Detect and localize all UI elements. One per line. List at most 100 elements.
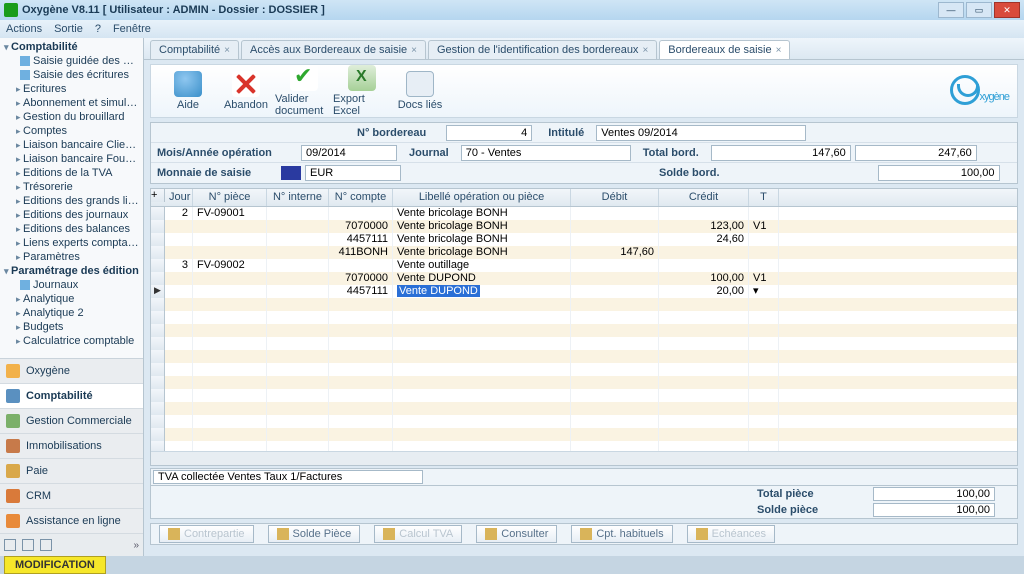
cell[interactable] [571,389,659,402]
table-row[interactable] [151,415,1017,428]
cell[interactable]: 2 [165,207,193,220]
table-row[interactable] [151,298,1017,311]
bottom-button[interactable]: Consulter [476,525,557,543]
cell[interactable] [329,415,393,428]
cell[interactable] [659,311,749,324]
cell[interactable] [571,363,659,376]
row-handle[interactable] [151,363,165,376]
row-handle[interactable]: ▶ [151,285,165,298]
cell[interactable] [329,324,393,337]
cell[interactable] [329,350,393,363]
cell[interactable]: Vente bricolage BONH [393,207,571,220]
cell[interactable] [267,285,329,298]
cell[interactable] [165,285,193,298]
maximize-button[interactable]: ▭ [966,2,992,18]
cell[interactable] [329,402,393,415]
cell[interactable] [571,402,659,415]
section-oxygene[interactable]: Oxygène [0,359,143,384]
row-handle[interactable] [151,428,165,441]
tree-item[interactable]: Editions de la TVA [0,166,143,180]
cell[interactable] [393,337,571,350]
tree-item[interactable]: Paramètres [0,250,143,264]
cell[interactable] [571,428,659,441]
cell[interactable] [165,298,193,311]
cell[interactable] [749,298,779,311]
cell[interactable] [165,246,193,259]
table-row[interactable] [151,324,1017,337]
cell[interactable] [193,337,267,350]
export-excel-button[interactable]: Export Excel [333,65,391,117]
cell[interactable] [659,415,749,428]
col-t[interactable]: T [749,189,779,206]
cell[interactable] [329,441,393,451]
cell[interactable] [659,324,749,337]
valider-button[interactable]: Valider document [275,65,333,117]
cell[interactable] [193,246,267,259]
tree-root-param[interactable]: Paramétrage des édition [0,264,143,278]
cell[interactable] [749,207,779,220]
table-row[interactable]: 4457111Vente bricolage BONH24,60 [151,233,1017,246]
cell[interactable] [393,441,571,451]
cell[interactable] [165,311,193,324]
cell[interactable] [267,389,329,402]
cell[interactable] [571,259,659,272]
cell[interactable] [329,311,393,324]
cell[interactable]: 4457111 [329,233,393,246]
tree-item[interactable]: Gestion du brouillard [0,110,143,124]
tree-doc[interactable]: Saisie des écritures [0,68,143,82]
cell[interactable] [193,272,267,285]
tree-root-compta[interactable]: Comptabilité [0,40,143,54]
close-icon[interactable]: × [411,45,417,56]
cell[interactable] [193,311,267,324]
tree-doc[interactable]: Journaux [0,278,143,292]
row-handle[interactable] [151,220,165,233]
cell[interactable] [267,337,329,350]
row-handle[interactable] [151,233,165,246]
tree-item[interactable]: Liaison bancaire Clients [0,138,143,152]
cell[interactable] [749,402,779,415]
cell[interactable] [571,350,659,363]
cell[interactable] [571,337,659,350]
cell[interactable] [571,298,659,311]
section-immo[interactable]: Immobilisations [0,434,143,459]
tree-item[interactable]: Abonnement et simulatio [0,96,143,110]
cell[interactable] [193,233,267,246]
cell[interactable] [749,376,779,389]
cell[interactable] [267,246,329,259]
table-row[interactable] [151,350,1017,363]
grid-scrollbar[interactable] [151,451,1017,465]
row-handle[interactable] [151,272,165,285]
cell[interactable] [659,207,749,220]
cell[interactable] [393,298,571,311]
cell[interactable] [749,324,779,337]
cell[interactable]: Vente bricolage BONH [393,246,571,259]
cell[interactable] [749,337,779,350]
row-handle[interactable] [151,337,165,350]
cell[interactable] [393,376,571,389]
bottom-button[interactable]: Cpt. habituels [571,525,672,543]
tree-item[interactable]: Liaison bancaire Fournis [0,152,143,166]
col-compte[interactable]: N° compte [329,189,393,206]
cell[interactable] [749,246,779,259]
cell[interactable]: Vente DUPOND [393,272,571,285]
cell[interactable]: 7070000 [329,220,393,233]
num-bordereau-field[interactable]: 4 [446,125,532,141]
cell[interactable] [329,389,393,402]
cell[interactable]: 7070000 [329,272,393,285]
col-jour[interactable]: Jour [165,189,193,206]
cell[interactable] [393,428,571,441]
tree-item[interactable]: Editions des journaux [0,208,143,222]
cell[interactable] [267,220,329,233]
tree-item[interactable]: Comptes [0,124,143,138]
cell[interactable] [571,311,659,324]
cell[interactable] [571,376,659,389]
cell[interactable] [393,363,571,376]
col-libelle[interactable]: Libellé opération ou pièce [393,189,571,206]
bottom-button[interactable]: Contrepartie [159,525,254,543]
cell[interactable] [659,363,749,376]
table-row[interactable] [151,311,1017,324]
section-gc[interactable]: Gestion Commerciale [0,409,143,434]
section-crm[interactable]: CRM [0,484,143,509]
col-piece[interactable]: N° pièce [193,189,267,206]
table-row[interactable]: ▶4457111Vente DUPOND20,00▾ [151,285,1017,298]
